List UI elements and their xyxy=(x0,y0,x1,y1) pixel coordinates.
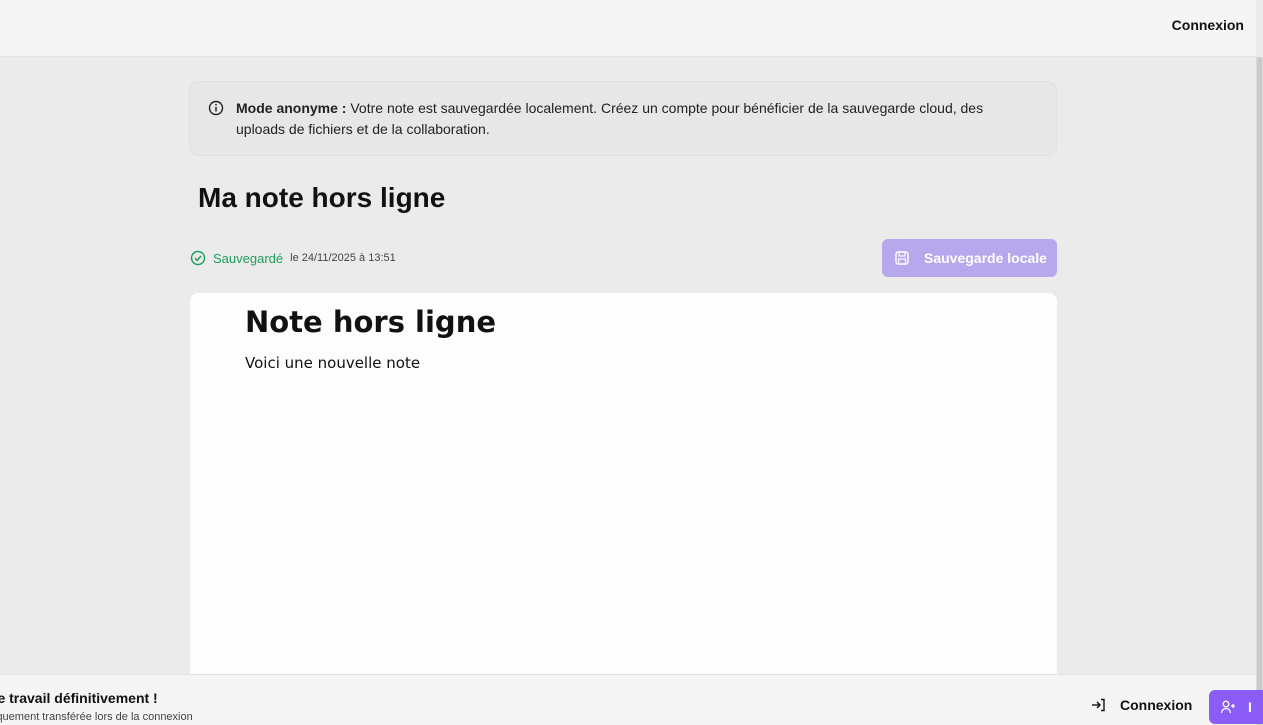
banner-label: Mode anonyme : xyxy=(236,100,347,116)
user-plus-icon xyxy=(1220,700,1235,714)
anonymous-mode-banner: Mode anonyme : Votre note est sauvegardé… xyxy=(189,81,1057,156)
scrollbar-thumb[interactable] xyxy=(1257,57,1262,725)
login-link[interactable]: Connexion xyxy=(1172,17,1244,33)
top-bar: Connexion xyxy=(0,0,1256,57)
save-status: Sauvegardé le 24/11/2025 à 13:51 xyxy=(190,250,396,266)
local-save-label: Sauvegarde locale xyxy=(924,250,1047,266)
content-heading[interactable]: Note hors ligne xyxy=(245,305,496,339)
note-title[interactable]: Ma note hors ligne xyxy=(198,182,445,214)
signup-button[interactable]: I xyxy=(1209,690,1263,724)
signup-button-label: I xyxy=(1248,699,1252,715)
warning-title: re travail définitivement ! xyxy=(0,690,158,706)
info-icon xyxy=(208,100,224,116)
login-arrow-icon xyxy=(1092,698,1105,712)
bottom-bar: re travail définitivement ! iquement tra… xyxy=(0,674,1263,725)
login-button[interactable]: Connexion xyxy=(1090,697,1192,713)
warning-subtitle: iquement transférée lors de la connexion xyxy=(0,711,193,723)
content-paragraph[interactable]: Voici une nouvelle note xyxy=(245,354,420,372)
check-circle-icon xyxy=(190,250,206,266)
scrollbar[interactable] xyxy=(1256,57,1263,725)
banner-text: Votre note est sauvegardée localement. C… xyxy=(236,100,984,137)
local-save-button[interactable]: Sauvegarde locale xyxy=(882,239,1057,277)
login-button-label: Connexion xyxy=(1120,697,1193,713)
save-disk-icon xyxy=(895,251,909,265)
status-date: le 24/11/2025 à 13:51 xyxy=(290,252,396,264)
status-label: Sauvegardé xyxy=(213,250,284,266)
note-editor[interactable]: Note hors ligne Voici une nouvelle note xyxy=(190,293,1057,683)
